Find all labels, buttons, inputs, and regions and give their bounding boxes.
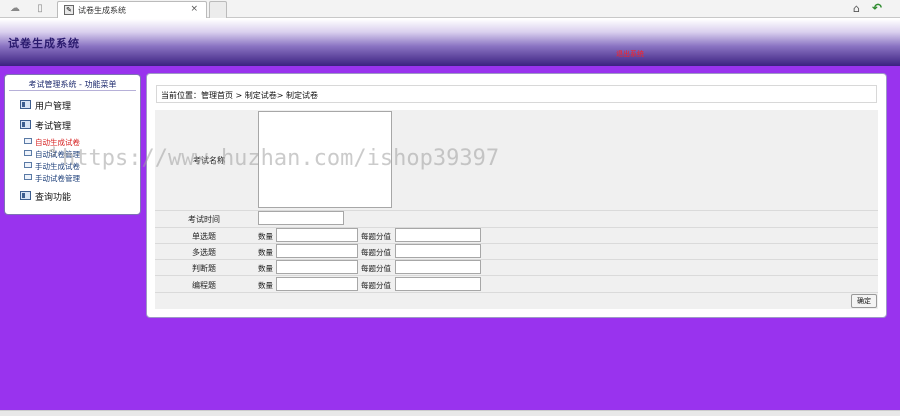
sidebar-item-label: 手动生成试卷 (35, 162, 80, 171)
score-label: 每题分值 (361, 264, 391, 273)
home-icon[interactable]: ⌂ (850, 2, 863, 15)
folder-window-icon (20, 191, 31, 200)
status-bar (0, 410, 900, 416)
tab-favicon-icon: ✎ (64, 5, 74, 15)
single-choice-score-input[interactable] (395, 228, 481, 242)
sidebar-item-label: 自动生成试卷 (35, 138, 80, 147)
sidebar-title: 考试管理系统 - 功能菜单 (28, 80, 117, 89)
single-choice-quantity-input[interactable] (276, 228, 358, 242)
sidebar-group-label: 考试管理 (35, 122, 72, 132)
programming-label: 编程题 (192, 281, 216, 290)
browser-tab[interactable]: ✎ 试卷生成系统 × (57, 1, 207, 18)
app-header: 试卷生成系统 退出系统 (0, 19, 900, 66)
sidebar-group-label: 查询功能 (35, 193, 72, 203)
exam-form: 考试名称 考试时间 单选题 数量 每题分值 多选题 数量 每题分值 判断题 数量… (155, 110, 878, 309)
breadcrumb-box: 当前位置：管理首页 > 制定试卷> 制定试卷 (156, 85, 877, 103)
list-icon (24, 174, 32, 180)
multiple-choice-label: 多选题 (192, 248, 216, 257)
programming-score-input[interactable] (395, 277, 481, 291)
sidebar-menu: 考试管理系统 - 功能菜单 用户管理 考试管理 自动生成试卷 自动试卷管理 手动… (4, 74, 141, 215)
list-icon (24, 138, 32, 144)
score-label: 每题分值 (361, 232, 391, 241)
logout-link[interactable]: 退出系统 (616, 49, 644, 59)
true-false-quantity-input[interactable] (276, 260, 358, 274)
exam-time-label: 考试时间 (188, 215, 220, 224)
quantity-label: 数量 (258, 264, 273, 273)
row-divider (155, 243, 878, 244)
page-icon[interactable]: ▯ (34, 3, 46, 15)
quantity-label: 数量 (258, 248, 273, 257)
close-icon[interactable]: × (190, 4, 198, 14)
folder-window-icon (20, 120, 31, 129)
score-label: 每题分值 (361, 281, 391, 290)
exam-name-label: 考试名称 (193, 156, 225, 165)
tab-title: 试卷生成系统 (78, 6, 126, 15)
true-false-label: 判断题 (192, 264, 216, 273)
sidebar-divider (9, 90, 136, 91)
cloud-icon[interactable]: ☁ (9, 3, 21, 15)
programming-quantity-input[interactable] (276, 277, 358, 291)
quantity-label: 数量 (258, 232, 273, 241)
exam-name-textarea[interactable] (258, 111, 392, 208)
browser-toolbar: ☁ ▯ ✎ 试卷生成系统 × ⌂ ↶ (0, 0, 900, 18)
sidebar-item-label: 自动试卷管理 (35, 150, 80, 159)
folder-window-icon (20, 100, 31, 109)
mouse-cursor-icon: ☝ (48, 145, 56, 160)
single-choice-label: 单选题 (192, 232, 216, 241)
true-false-score-input[interactable] (395, 260, 481, 274)
app-title: 试卷生成系统 (8, 37, 80, 50)
list-icon (24, 150, 32, 156)
list-icon (24, 162, 32, 168)
multiple-choice-quantity-input[interactable] (276, 244, 358, 258)
back-arrow-icon[interactable]: ↶ (870, 2, 884, 15)
row-divider (155, 227, 878, 228)
sidebar-group-label: 用户管理 (35, 102, 72, 112)
exam-time-input[interactable] (258, 211, 344, 225)
quantity-label: 数量 (258, 281, 273, 290)
main-panel: 当前位置：管理首页 > 制定试卷> 制定试卷 考试名称 考试时间 单选题 数量 … (146, 73, 887, 318)
row-divider (155, 259, 878, 260)
confirm-button[interactable]: 确定 (851, 294, 877, 308)
multiple-choice-score-input[interactable] (395, 244, 481, 258)
score-label: 每题分值 (361, 248, 391, 257)
breadcrumb: 当前位置：管理首页 > 制定试卷> 制定试卷 (161, 91, 319, 100)
sidebar-item-label: 手动试卷管理 (35, 174, 80, 183)
new-tab-button[interactable] (209, 1, 227, 18)
row-divider (155, 275, 878, 276)
row-divider (155, 292, 878, 293)
